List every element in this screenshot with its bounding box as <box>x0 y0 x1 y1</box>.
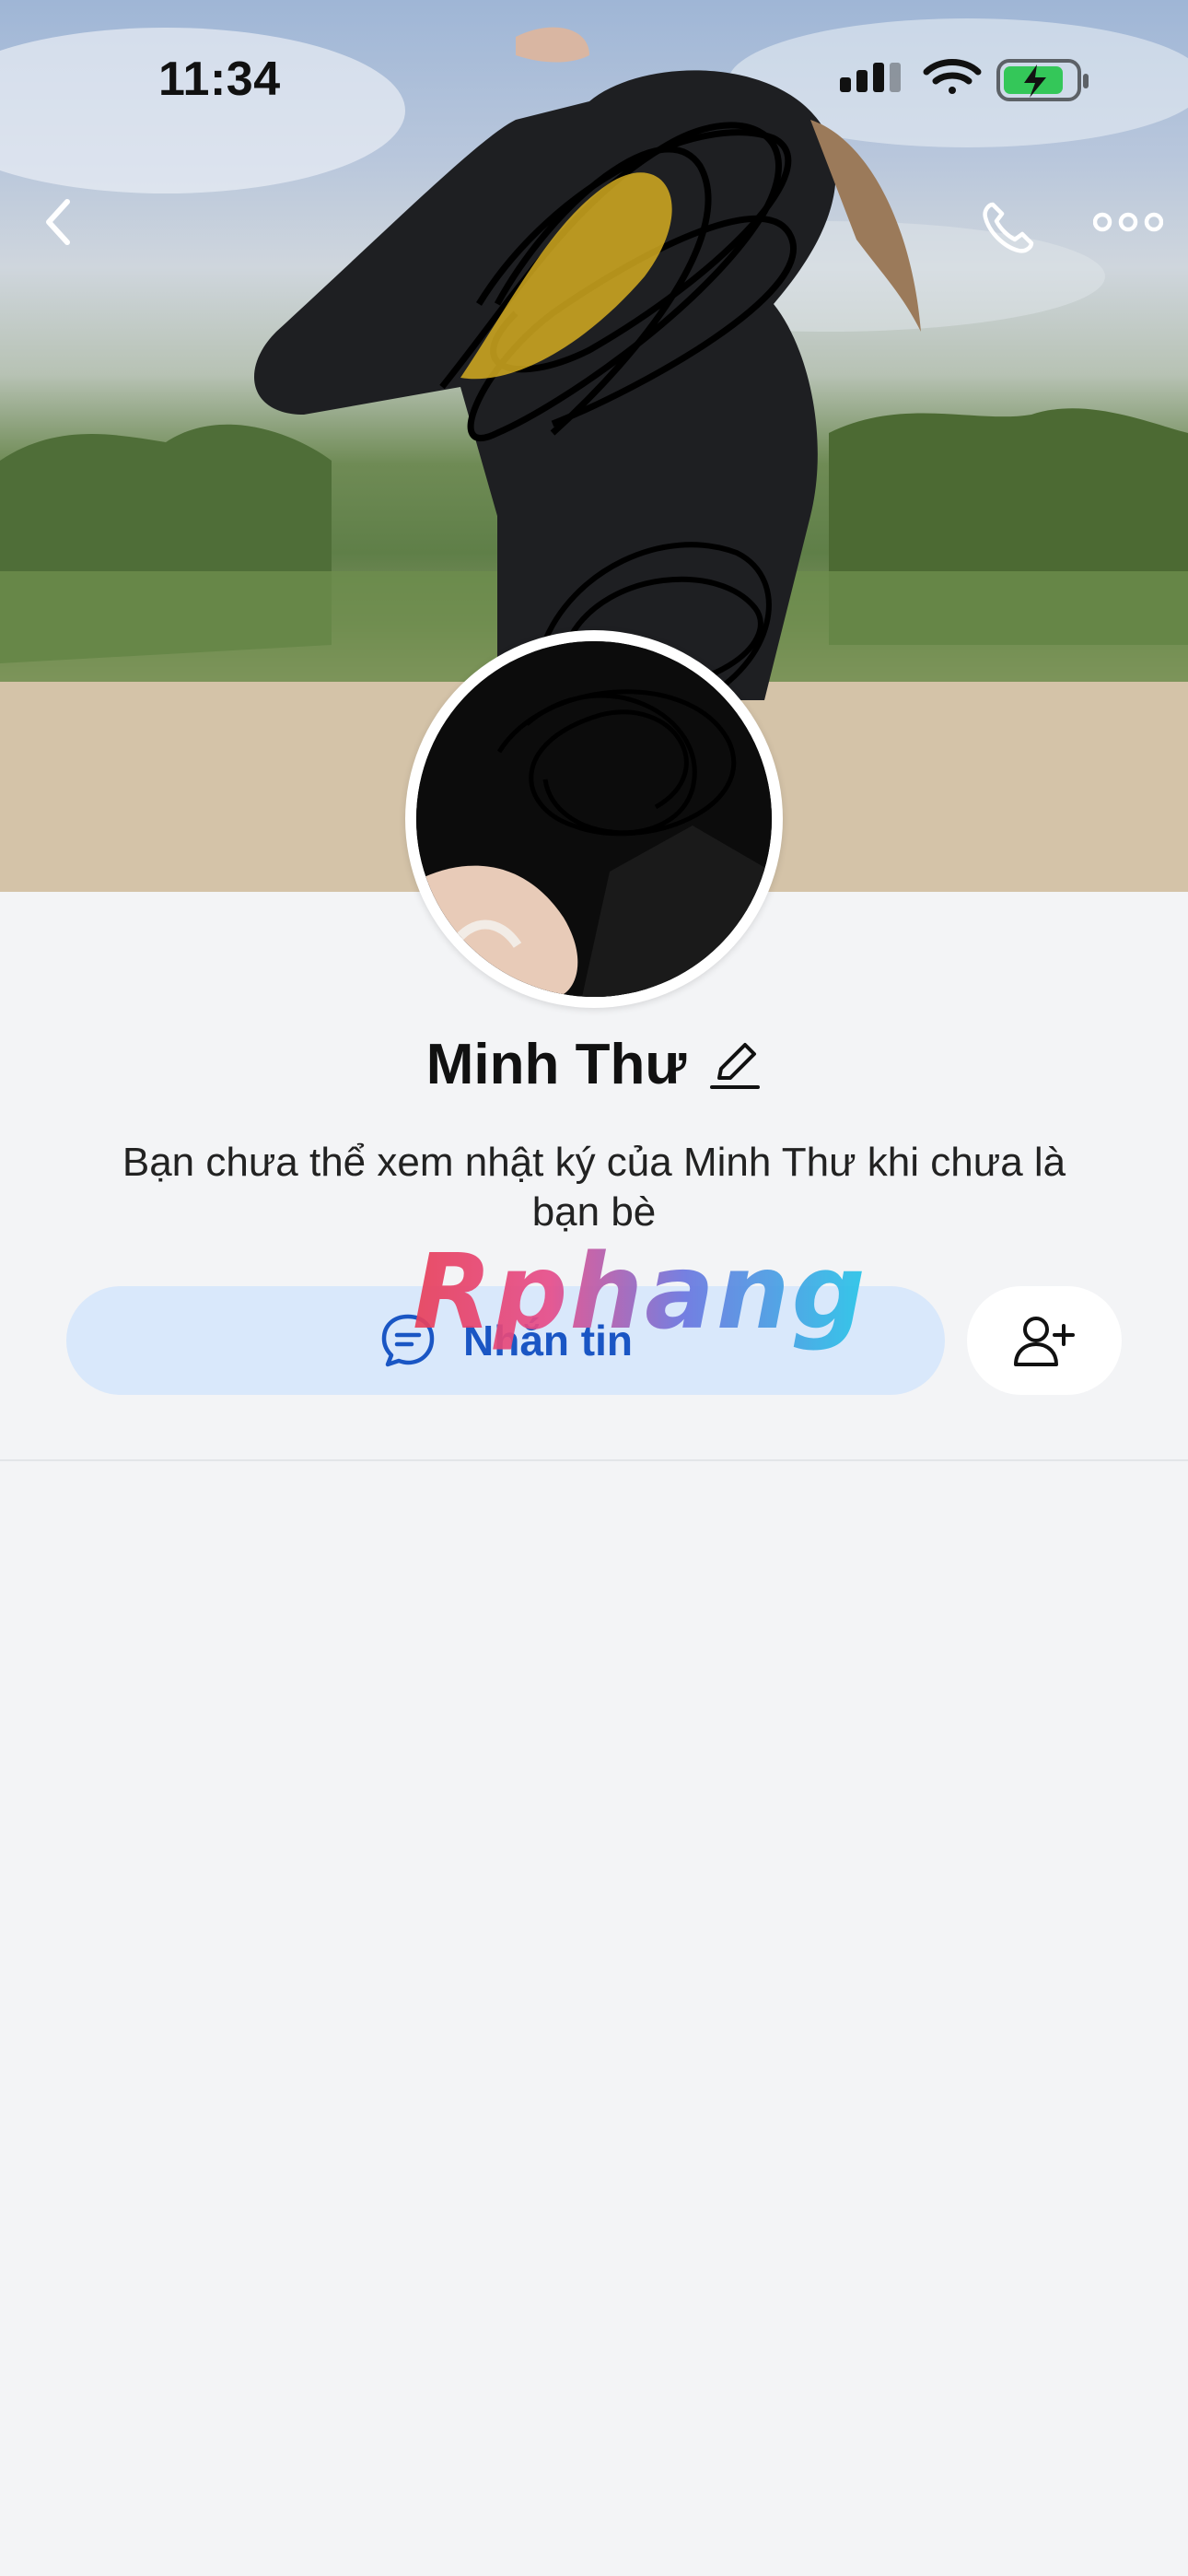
back-button[interactable] <box>26 190 90 254</box>
add-friend-button[interactable] <box>967 1286 1122 1395</box>
profile-name-row: Minh Thư <box>0 1023 1188 1106</box>
call-button[interactable] <box>969 190 1046 267</box>
pencil-icon[interactable] <box>708 1037 762 1091</box>
status-bar: 11:34 <box>0 0 1188 157</box>
user-plus-icon <box>1014 1317 1075 1366</box>
chevron-left-icon <box>46 199 70 245</box>
profile-name: Minh Thư <box>425 1032 687 1096</box>
avatar[interactable] <box>405 630 783 1008</box>
battery-charging-icon <box>996 59 1089 101</box>
section-divider <box>0 1459 1188 1461</box>
status-icons <box>840 59 1089 101</box>
watermark-logo: Rphang <box>413 1233 868 1352</box>
wifi-icon <box>923 59 982 94</box>
more-button[interactable] <box>1087 190 1170 254</box>
more-horizontal-icon <box>1093 212 1163 232</box>
avatar-image <box>416 641 772 997</box>
phone-icon <box>983 202 1034 253</box>
diary-restriction-notice: Bạn chưa thể xem nhật ký của Minh Thư kh… <box>122 1140 1066 1235</box>
cellular-signal-icon <box>840 63 901 92</box>
